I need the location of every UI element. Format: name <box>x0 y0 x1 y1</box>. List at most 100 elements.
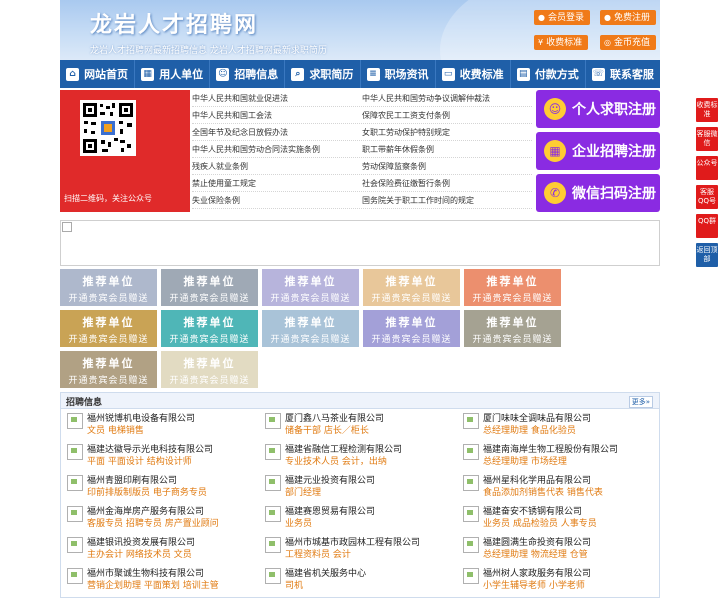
law-link[interactable]: 劳动保障监察条例 <box>362 158 532 174</box>
law-link[interactable]: 全国年节及纪念日放假办法 <box>192 124 362 140</box>
company-logo-icon[interactable] <box>67 475 83 491</box>
float-qq-group-button[interactable]: QQ群 <box>696 214 718 238</box>
nav-employers[interactable]: ▦ 用人单位 <box>135 60 211 88</box>
law-link[interactable]: 禁止使用童工规定 <box>192 175 362 191</box>
company-logo-icon[interactable] <box>463 444 479 460</box>
position-links[interactable]: 储备干部 店长／柜长 <box>285 425 457 437</box>
float-wechat-service-button[interactable]: 客服微信 <box>696 127 718 151</box>
recommend-slot[interactable]: 推荐单位 开通贵宾会员赠送 <box>161 310 258 347</box>
nav-news[interactable]: ≡ 职场资讯 <box>361 60 436 88</box>
company-link[interactable]: 福建赛恩贸易有限公司 <box>285 504 457 518</box>
company-logo-icon[interactable] <box>265 568 281 584</box>
company-logo-icon[interactable] <box>67 568 83 584</box>
law-link[interactable]: 中华人民共和国劳动合同法实施条例 <box>192 141 362 157</box>
company-logo-icon[interactable] <box>265 475 281 491</box>
company-logo-icon[interactable] <box>265 506 281 522</box>
recommend-slot[interactable]: 推荐单位 开通贵宾会员赠送 <box>464 269 561 306</box>
company-link[interactable]: 福建元业投资有限公司 <box>285 473 457 487</box>
law-link[interactable]: 女职工劳动保护特别规定 <box>362 124 532 140</box>
float-official-account-button[interactable]: 公众号 <box>696 156 718 180</box>
company-logo-icon[interactable] <box>463 537 479 553</box>
company-link[interactable]: 福州锐博机电设备有限公司 <box>87 411 259 425</box>
recommend-slot[interactable]: 推荐单位 开通贵宾会员赠送 <box>363 269 460 306</box>
position-links[interactable]: 业务员 <box>285 518 457 530</box>
company-link[interactable]: 福州市聚诚生物科技有限公司 <box>87 566 259 580</box>
recommend-slot[interactable]: 推荐单位 开通贵宾会员赠送 <box>464 310 561 347</box>
login-button[interactable]: ● 会员登录 <box>534 10 590 25</box>
nav-resumes[interactable]: ⌕ 求职简历 <box>285 60 361 88</box>
position-links[interactable]: 业务员 成品检验员 人事专员 <box>483 518 655 530</box>
company-link[interactable]: 福建圆满生命投资有限公司 <box>483 535 655 549</box>
position-links[interactable]: 客服专员 招聘专员 房产置业顾问 <box>87 518 259 530</box>
company-logo-icon[interactable] <box>463 506 479 522</box>
register-jobseeker-button[interactable]: ☺ 个人求职注册 <box>536 90 660 128</box>
recommend-slot[interactable]: 推荐单位 开通贵宾会员赠送 <box>161 269 258 306</box>
position-links[interactable]: 总经理助理 食品化验员 <box>483 425 655 437</box>
register-button[interactable]: ● 免费注册 <box>600 10 656 25</box>
recharge-button[interactable]: ◎ 金币充值 <box>600 35 656 50</box>
position-links[interactable]: 平面 平面设计 结构设计师 <box>87 456 259 468</box>
recommend-slot[interactable]: 推荐单位 开通贵宾会员赠送 <box>363 310 460 347</box>
position-links[interactable]: 司机 <box>285 580 457 592</box>
company-logo-icon[interactable] <box>463 568 479 584</box>
position-links[interactable]: 印前排版制版员 电子商务专员 <box>87 487 259 499</box>
company-link[interactable]: 厦门鑫八马茶业有限公司 <box>285 411 457 425</box>
law-link[interactable]: 中华人民共和国劳动争议调解仲裁法 <box>362 90 532 106</box>
recommend-slot[interactable]: 推荐单位 开通贵宾会员赠送 <box>60 269 157 306</box>
company-logo-icon[interactable] <box>463 475 479 491</box>
company-logo-icon[interactable] <box>67 506 83 522</box>
register-wechat-button[interactable]: ✆ 微信扫码注册 <box>536 174 660 212</box>
company-logo-icon[interactable] <box>67 537 83 553</box>
law-link[interactable]: 社会保险费征缴暂行条例 <box>362 175 532 191</box>
banner-ad[interactable] <box>60 220 660 266</box>
position-links[interactable]: 总经理助理 市场经理 <box>483 456 655 468</box>
nav-payment[interactable]: ▤ 付款方式 <box>511 60 586 88</box>
company-link[interactable]: 福州青盟印刷有限公司 <box>87 473 259 487</box>
company-link[interactable]: 厦门味味全调味品有限公司 <box>483 411 655 425</box>
position-links[interactable]: 总经理助理 物流经理 仓管 <box>483 549 655 561</box>
law-link[interactable]: 保障农民工工资支付条例 <box>362 107 532 123</box>
law-link[interactable]: 残疾人就业条例 <box>192 158 362 174</box>
company-link[interactable]: 福建达徽导示光电科技有限公司 <box>87 442 259 456</box>
company-link[interactable]: 福州星科化学用品有限公司 <box>483 473 655 487</box>
company-link[interactable]: 福建奋安不锈钢有限公司 <box>483 504 655 518</box>
more-link[interactable]: 更多» <box>628 396 653 408</box>
law-link[interactable]: 职工带薪年休假条例 <box>362 141 532 157</box>
recommend-slot[interactable]: 推荐单位 开通贵宾会员赠送 <box>60 351 157 388</box>
register-company-button[interactable]: ▦ 企业招聘注册 <box>536 132 660 170</box>
law-link[interactable]: 国务院关于职工工作时间的规定 <box>362 192 532 208</box>
position-links[interactable]: 营销企划助理 平面策划 培训主管 <box>87 580 259 592</box>
float-pricing-button[interactable]: 收费标准 <box>696 98 718 122</box>
law-link[interactable]: 失业保险条例 <box>192 192 362 208</box>
back-to-top-button[interactable]: 返回顶部 <box>696 243 718 267</box>
company-link[interactable]: 福州金海岸房产服务有限公司 <box>87 504 259 518</box>
law-link[interactable]: 中华人民共和国工会法 <box>192 107 362 123</box>
position-links[interactable]: 食品添加剂销售代表 销售代表 <box>483 487 655 499</box>
company-link[interactable]: 福建省机关服务中心 <box>285 566 457 580</box>
law-link[interactable]: 中华人民共和国就业促进法 <box>192 90 362 106</box>
float-qq-service-button[interactable]: 客服QQ号 <box>696 185 718 209</box>
company-link[interactable]: 福州市城基市政园林工程有限公司 <box>285 535 457 549</box>
nav-home[interactable]: ⌂ 网站首页 <box>60 60 136 88</box>
position-links[interactable]: 专业技术人员 会计，出纳 <box>285 456 457 468</box>
recommend-slot[interactable]: 推荐单位 开通贵宾会员赠送 <box>262 310 359 347</box>
company-link[interactable]: 福建南海岸生物工程股份有限公司 <box>483 442 655 456</box>
position-links[interactable]: 主办会计 网络技术员 文员 <box>87 549 259 561</box>
site-title[interactable]: 龙岩人才招聘网 <box>90 7 258 39</box>
position-links[interactable]: 工程资料员 会计 <box>285 549 457 561</box>
company-logo-icon[interactable] <box>265 444 281 460</box>
company-logo-icon[interactable] <box>265 413 281 429</box>
position-links[interactable]: 部门经理 <box>285 487 457 499</box>
nav-pricing[interactable]: ▭ 收费标准 <box>436 60 511 88</box>
nav-jobs[interactable]: ☺ 招聘信息 <box>210 60 286 88</box>
company-link[interactable]: 福建银讯投资发展有限公司 <box>87 535 259 549</box>
recommend-slot[interactable]: 推荐单位 开通贵宾会员赠送 <box>60 310 157 347</box>
recommend-slot[interactable]: 推荐单位 开通贵宾会员赠送 <box>161 351 258 388</box>
company-logo-icon[interactable] <box>67 444 83 460</box>
company-link[interactable]: 福建省融信工程检测有限公司 <box>285 442 457 456</box>
position-links[interactable]: 小学生辅导老师 小学老师 <box>483 580 655 592</box>
recommend-slot[interactable]: 推荐单位 开通贵宾会员赠送 <box>262 269 359 306</box>
company-logo-icon[interactable] <box>463 413 479 429</box>
company-link[interactable]: 福州树人家政服务有限公司 <box>483 566 655 580</box>
nav-contact[interactable]: ☏ 联系客服 <box>586 60 660 88</box>
